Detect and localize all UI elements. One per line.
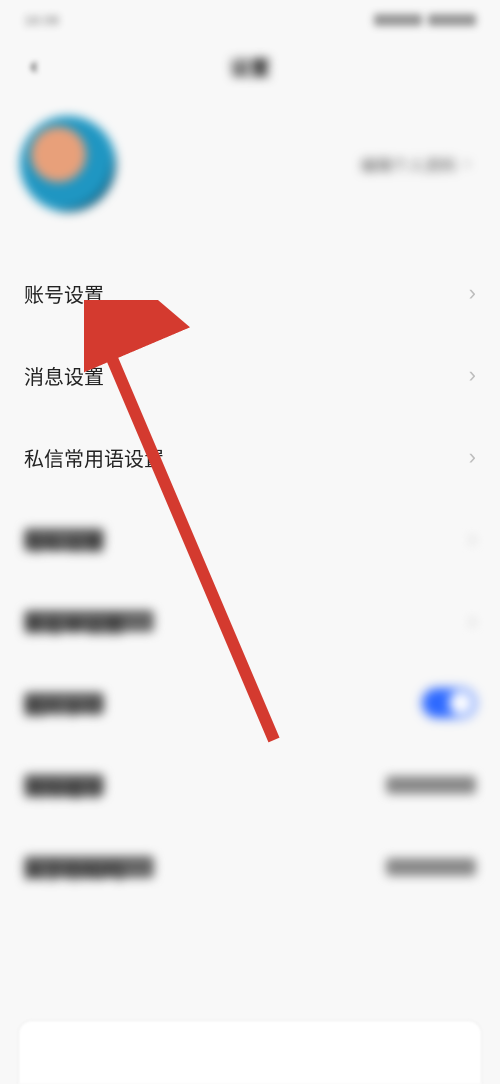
watermark-toggle[interactable] xyxy=(422,688,476,718)
chevron-right-icon: › xyxy=(469,280,476,306)
status-signal-icon xyxy=(374,14,422,26)
edit-profile-link[interactable]: 编辑个人资料 › xyxy=(361,152,470,176)
menu-label: 私信常用语设置 xyxy=(24,443,164,472)
page-title: 设置 xyxy=(230,52,270,81)
chevron-right-icon: › xyxy=(465,155,470,173)
menu-item-messages-settings[interactable]: 消息设置 › xyxy=(24,334,476,416)
status-bar: 16:08 xyxy=(0,0,500,40)
back-icon: ‹ xyxy=(30,53,37,79)
menu-item-privacy-settings[interactable]: 隐私设置 › xyxy=(24,498,476,580)
menu-item-dm-phrases-settings[interactable]: 私信常用语设置 › xyxy=(24,416,476,498)
status-time: 16:08 xyxy=(24,12,59,28)
menu-label: 黑名单设置 xyxy=(24,610,154,632)
menu-label: 关于你知吗 xyxy=(24,856,154,878)
profile-section[interactable]: 编辑个人资料 › xyxy=(0,92,500,252)
menu-item-watermark[interactable]: 图片水印 xyxy=(24,662,476,744)
menu-label: 清除缓存 xyxy=(24,774,104,796)
bottom-panel xyxy=(18,1020,482,1084)
menu-label: 图片水印 xyxy=(24,692,104,714)
cache-size-value xyxy=(386,776,476,794)
back-button[interactable]: ‹ xyxy=(20,52,48,80)
settings-list: 账号设置 › 消息设置 › 私信常用语设置 › 隐私设置 › 黑名单设置 › 图… xyxy=(0,252,500,908)
menu-item-account-settings[interactable]: 账号设置 › xyxy=(24,252,476,334)
edit-profile-label: 编辑个人资料 xyxy=(361,152,457,176)
chevron-right-icon: › xyxy=(469,526,476,552)
chevron-right-icon: › xyxy=(469,608,476,634)
chevron-right-icon: › xyxy=(469,362,476,388)
about-value xyxy=(386,858,476,876)
menu-item-blacklist-settings[interactable]: 黑名单设置 › xyxy=(24,580,476,662)
menu-label: 消息设置 xyxy=(24,361,104,390)
menu-label: 隐私设置 xyxy=(24,528,104,550)
nav-bar: ‹ 设置 xyxy=(0,40,500,92)
menu-item-about[interactable]: 关于你知吗 xyxy=(24,826,476,908)
menu-item-clear-cache[interactable]: 清除缓存 xyxy=(24,744,476,826)
chevron-right-icon: › xyxy=(469,444,476,470)
avatar[interactable] xyxy=(20,116,116,212)
menu-label: 账号设置 xyxy=(24,279,104,308)
status-indicators xyxy=(374,14,476,26)
status-battery-icon xyxy=(428,14,476,26)
